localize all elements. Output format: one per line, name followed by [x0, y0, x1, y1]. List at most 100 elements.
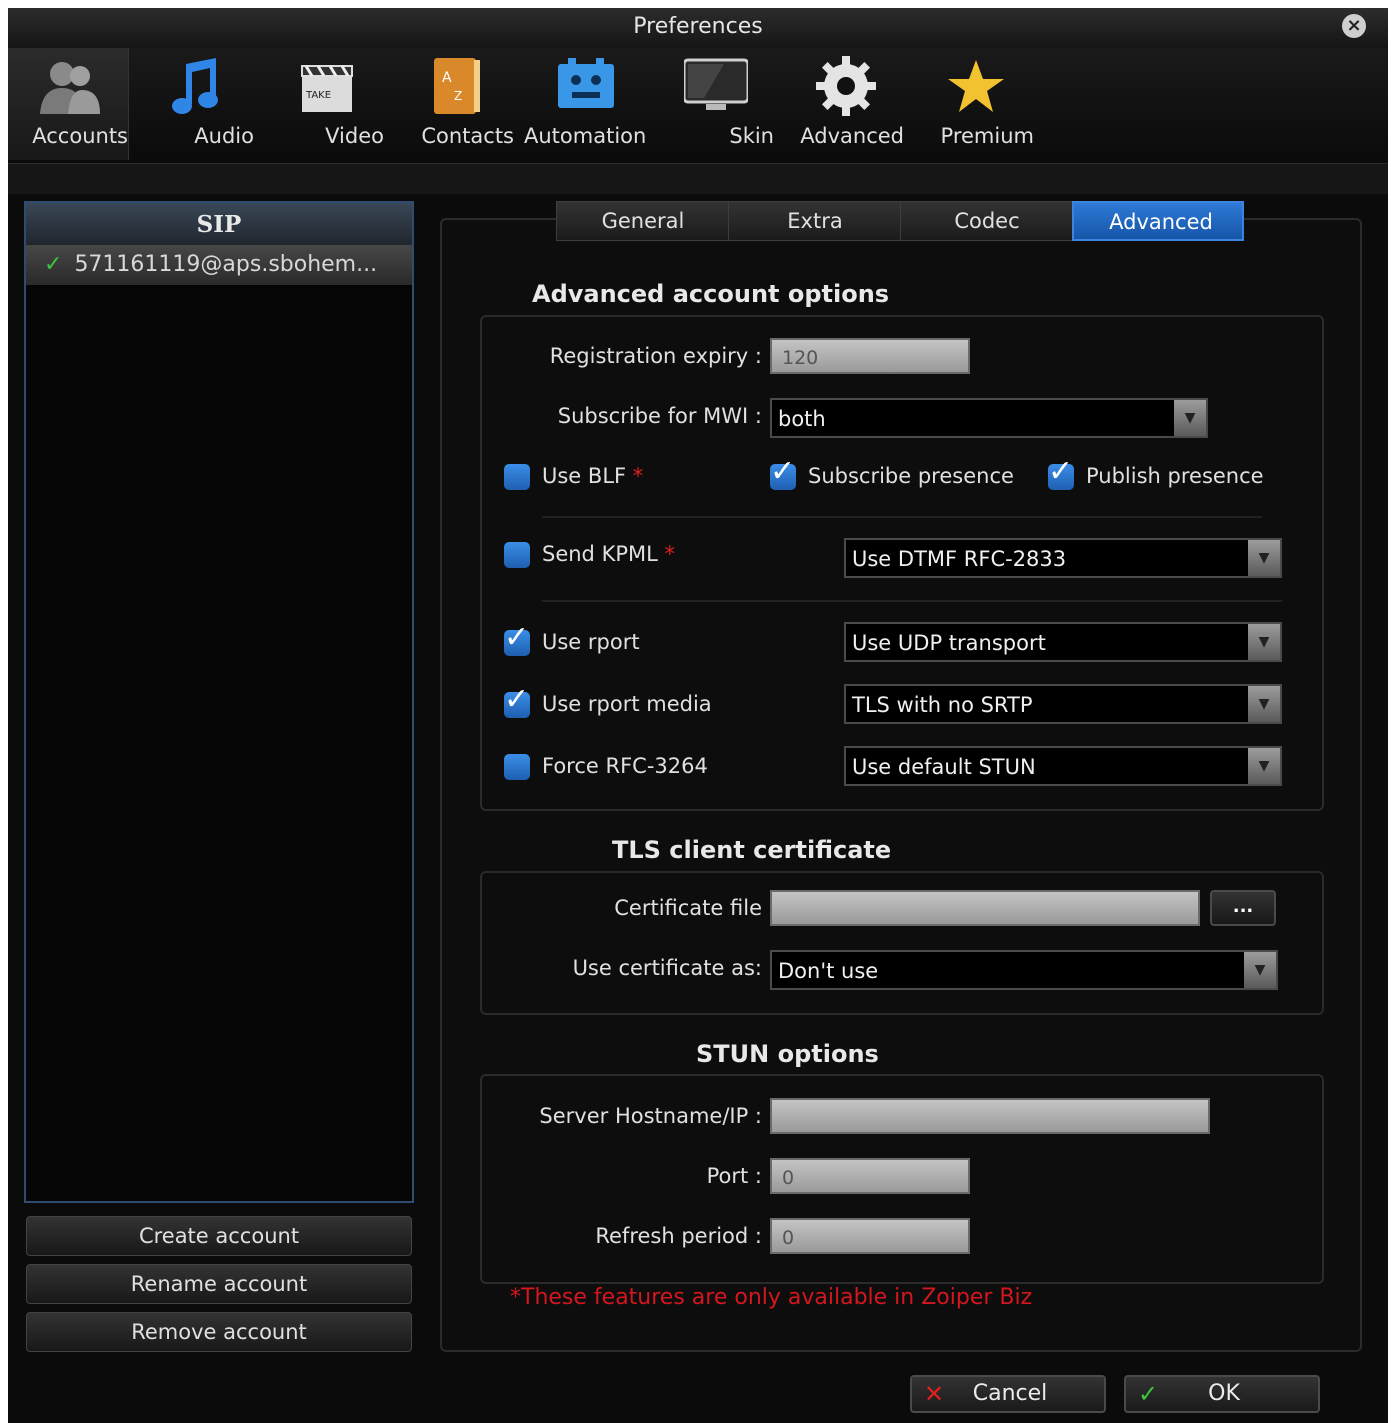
chevron-down-icon[interactable]: ▼ [1248, 624, 1280, 660]
use-blf-checkbox[interactable] [504, 464, 530, 490]
stun-mode-value: Use default STUN [852, 755, 1036, 779]
svg-text:Z: Z [454, 89, 462, 103]
advanced-options-title: Advanced account options [532, 280, 890, 308]
tls-title: TLS client certificate [612, 836, 892, 864]
chevron-down-icon[interactable]: ▼ [1248, 540, 1280, 576]
subscribe-presence-checkbox[interactable]: ✓ [770, 454, 796, 490]
toolbar-label: Accounts [32, 124, 128, 148]
address-book-icon: AZ [434, 58, 480, 114]
publish-presence-checkbox[interactable]: ✓ [1048, 454, 1074, 490]
chevron-down-icon[interactable]: ▼ [1174, 400, 1206, 436]
toolbar-label: Audio [194, 124, 254, 148]
divider [542, 516, 1262, 518]
music-note-icon [172, 58, 218, 114]
toolbar-advanced[interactable]: Advanced [784, 48, 904, 160]
refresh-period-label: Refresh period : [595, 1224, 762, 1248]
tab-codec[interactable]: Codec [900, 201, 1074, 241]
robot-icon [558, 58, 614, 108]
toolbar-accounts[interactable]: Accounts [8, 48, 129, 160]
toolbar-automation[interactable]: Automation [524, 48, 647, 160]
cancel-label: Cancel [972, 1381, 1048, 1406]
create-account-button[interactable]: Create account [26, 1216, 412, 1256]
svg-text:TAKE: TAKE [305, 90, 331, 101]
chevron-down-icon[interactable]: ▼ [1248, 686, 1280, 722]
server-hostname-label: Server Hostname/IP : [539, 1104, 762, 1128]
chevron-down-icon[interactable]: ▼ [1244, 952, 1276, 988]
account-item[interactable]: ✓ 571161119@aps.sbohem... [26, 245, 412, 285]
check-icon: ✓ [770, 454, 796, 489]
browse-button[interactable]: ... [1210, 890, 1276, 926]
toolbar-contacts[interactable]: AZ Contacts [394, 48, 514, 160]
publish-presence-label: Publish presence [1086, 464, 1264, 488]
toolbar-skin[interactable]: Skin [654, 48, 774, 160]
cancel-button[interactable]: ✕ Cancel [910, 1375, 1106, 1413]
transport-select[interactable]: Use UDP transport ▼ [844, 622, 1282, 662]
biz-features-note: *These features are only available in Zo… [510, 1285, 1033, 1310]
window-title: Preferences [633, 14, 763, 39]
cert-file-label: Certificate file [614, 896, 762, 920]
registration-expiry-label: Registration expiry : [549, 344, 762, 368]
refresh-period-input[interactable]: 0 [770, 1218, 970, 1254]
chevron-down-icon[interactable]: ▼ [1248, 748, 1280, 784]
use-rport-checkbox[interactable]: ✓ [504, 620, 530, 656]
preferences-toolbar: Accounts Audio TAKE Video AZ Contacts Au… [8, 48, 1388, 164]
toolbar-label: Skin [729, 124, 774, 148]
users-icon [40, 62, 100, 114]
toolbar-separator [8, 164, 1388, 194]
toolbar-label: Advanced [800, 124, 904, 148]
toolbar-label: Automation [524, 124, 647, 148]
ok-button[interactable]: ✓ OK [1124, 1375, 1320, 1413]
port-input[interactable]: 0 [770, 1158, 970, 1194]
check-icon: ✓ [504, 620, 530, 655]
dtmf-value: Use DTMF RFC-2833 [852, 547, 1067, 571]
toolbar-premium[interactable]: Premium [914, 48, 1034, 160]
toolbar-audio[interactable]: Audio [134, 48, 254, 160]
toolbar-video[interactable]: TAKE Video [264, 48, 384, 160]
biz-only-star: * [632, 464, 644, 488]
toolbar-label: Video [325, 124, 384, 148]
divider [542, 600, 1282, 602]
mwi-label: Subscribe for MWI : [557, 404, 762, 428]
srtp-select[interactable]: TLS with no SRTP ▼ [844, 684, 1282, 724]
remove-account-button[interactable]: Remove account [26, 1312, 412, 1352]
use-rport-label: Use rport [542, 630, 640, 654]
cert-file-input[interactable] [770, 890, 1200, 926]
tab-advanced[interactable]: Advanced [1072, 201, 1244, 241]
clapperboard-icon: TAKE [301, 65, 353, 112]
stun-title: STUN options [696, 1040, 879, 1068]
transport-value: Use UDP transport [852, 631, 1046, 655]
send-kpml-checkbox[interactable] [504, 542, 530, 568]
force-rfc-checkbox[interactable] [504, 754, 530, 780]
title-bar: Preferences × [8, 8, 1388, 48]
svg-text:A: A [442, 70, 452, 86]
check-icon: ✓ [1048, 454, 1074, 489]
server-hostname-input[interactable] [770, 1098, 1210, 1134]
rename-account-button[interactable]: Rename account [26, 1264, 412, 1304]
toolbar-label: Contacts [421, 124, 514, 148]
monitor-icon [684, 58, 748, 110]
mwi-select[interactable]: both ▼ [770, 398, 1208, 438]
srtp-value: TLS with no SRTP [852, 693, 1033, 717]
close-icon[interactable]: × [1342, 14, 1366, 38]
preferences-window: Preferences × Accounts Audio TAKE Video [8, 8, 1388, 1423]
use-cert-value: Don't use [778, 959, 879, 983]
accounts-list: SIP ✓ 571161119@aps.sbohem... [24, 201, 414, 1203]
biz-only-star: * [664, 542, 676, 566]
ok-label: OK [1208, 1381, 1240, 1406]
use-rport-media-checkbox[interactable]: ✓ [504, 682, 530, 718]
gear-icon [816, 56, 876, 116]
send-kpml-label: Send KPML * [542, 542, 676, 566]
tab-general[interactable]: General [556, 201, 730, 241]
registration-expiry-input[interactable]: 120 [770, 338, 970, 374]
stun-mode-select[interactable]: Use default STUN ▼ [844, 746, 1282, 786]
tab-extra[interactable]: Extra [728, 201, 902, 241]
dtmf-select[interactable]: Use DTMF RFC-2833 ▼ [844, 538, 1282, 578]
use-cert-select[interactable]: Don't use ▼ [770, 950, 1278, 990]
checkmark-icon: ✓ [44, 252, 63, 277]
force-rfc-label: Force RFC-3264 [542, 754, 708, 778]
use-blf-label: Use BLF * [542, 464, 644, 488]
toolbar-label: Premium [940, 124, 1034, 148]
use-rport-media-label: Use rport media [542, 692, 712, 716]
subscribe-presence-label: Subscribe presence [808, 464, 1014, 488]
use-cert-label: Use certificate as: [572, 956, 762, 980]
